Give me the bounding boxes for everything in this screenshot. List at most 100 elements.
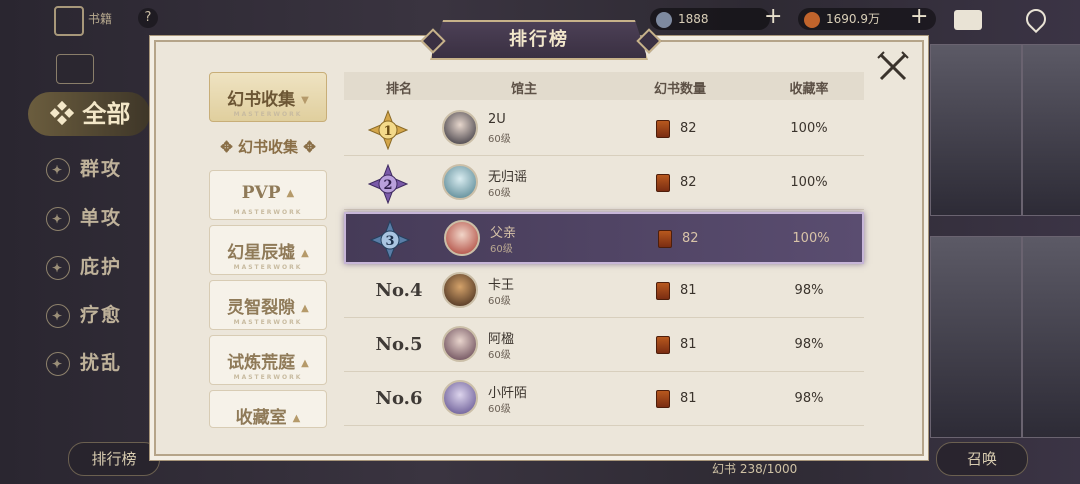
tab-collection[interactable]: 幻书收集 ▼ MASTERWORK — [209, 72, 327, 122]
book-count: 82 — [680, 175, 697, 190]
owner-name: 父亲 — [490, 226, 517, 241]
home-icon[interactable] — [54, 6, 84, 36]
tab-rift-sub: MASTERWORK — [233, 319, 303, 326]
rank-label: No.6 — [375, 388, 423, 409]
ranking-button[interactable]: 排行榜 — [68, 442, 160, 476]
book-icon — [656, 336, 670, 354]
currency-1-value: 1888 — [678, 12, 709, 26]
owner-name: 小阡陌 — [488, 386, 528, 401]
chevron-up-icon: ▲ — [301, 303, 309, 314]
owner-level: 60级 — [488, 296, 511, 307]
chevron-down-icon: ▼ — [301, 95, 309, 106]
owner-name: 2U — [488, 112, 506, 127]
collection-rate: 100% — [790, 175, 828, 190]
table-row[interactable]: No.4 卡王 60级 81 98% — [344, 266, 864, 318]
add-currency-1-button[interactable]: + — [764, 4, 782, 29]
avatar[interactable] — [442, 380, 478, 416]
chevron-up-icon: ▲ — [301, 248, 309, 259]
category-all-label: 全部 — [82, 99, 131, 128]
rank-label: No.4 — [375, 280, 423, 301]
owner-level: 60级 — [488, 188, 511, 199]
table-row[interactable]: 2 无归谣 60级 82 100% — [344, 158, 864, 210]
gold-coin-icon — [804, 11, 820, 28]
filter-icon[interactable] — [56, 54, 94, 84]
avatar[interactable] — [442, 272, 478, 308]
add-currency-2-button[interactable]: + — [910, 4, 928, 29]
tab-gallery-label: 收藏室 — [235, 408, 287, 428]
category-all-button[interactable]: ❖ 全部 — [28, 92, 150, 136]
chevron-up-icon: ▲ — [301, 358, 309, 369]
book-icon — [658, 230, 672, 248]
top-left-label: 书籍 — [88, 12, 113, 26]
category-single[interactable]: ✦ 单攻 — [46, 203, 122, 231]
currency-2-value: 1690.9万 — [826, 12, 880, 26]
character-card[interactable] — [930, 44, 1022, 216]
gold-medal-icon: 1 — [368, 110, 408, 150]
table-row[interactable]: 1 2U 60级 82 100% — [344, 104, 864, 156]
category-protect[interactable]: ✦ 庇护 — [46, 252, 122, 280]
owner-name: 卡王 — [488, 278, 515, 293]
chevron-up-icon: ▲ — [286, 188, 295, 199]
book-icon — [656, 174, 670, 192]
header-owner: 馆主 — [510, 82, 537, 97]
heal-icon: ✦ — [46, 304, 70, 328]
category-heal[interactable]: ✦ 疗愈 — [46, 300, 122, 328]
currency-1-pill: 1888 — [650, 8, 770, 30]
collection-rate: 100% — [792, 231, 830, 246]
rank-2: 2 — [383, 178, 392, 193]
avatar[interactable] — [442, 110, 478, 146]
tab-gallery[interactable]: 收藏室 ▲ — [209, 390, 327, 428]
book-count: 81 — [680, 391, 697, 406]
help-icon[interactable]: ? — [138, 8, 158, 28]
book-count: 81 — [680, 283, 697, 298]
category-heal-label: 疗愈 — [80, 304, 123, 326]
tab-trial-label: 试炼荒庭 — [227, 353, 296, 373]
tab-trial-sub: MASTERWORK — [233, 374, 303, 381]
collection-rate: 98% — [794, 337, 824, 352]
category-aoe[interactable]: ✦ 群攻 — [46, 154, 122, 182]
rank-label: No.5 — [375, 334, 423, 355]
summon-button[interactable]: 召唤 — [936, 442, 1028, 476]
category-protect-label: 庇护 — [80, 256, 123, 278]
aoe-icon: ✦ — [46, 158, 70, 182]
tab-trial[interactable]: 试炼荒庭 ▲ MASTERWORK — [209, 335, 327, 385]
character-card[interactable] — [930, 236, 1022, 438]
category-disrupt-label: 扰乱 — [80, 352, 123, 374]
tab-pvp-sub: MASTERWORK — [233, 209, 303, 216]
character-card[interactable] — [1022, 44, 1080, 216]
tab-rift-label: 灵智裂隙 — [227, 298, 296, 318]
header-rate: 收藏率 — [789, 82, 829, 97]
collection-rate: 98% — [794, 283, 824, 298]
book-count: 81 — [680, 337, 697, 352]
collection-rate: 98% — [794, 391, 824, 406]
owner-name: 无归谣 — [488, 170, 528, 185]
owner-level: 60级 — [488, 404, 511, 415]
character-card[interactable] — [1022, 236, 1080, 438]
summon-button-label: 召唤 — [966, 450, 997, 468]
avatar[interactable] — [442, 326, 478, 362]
book-icon — [656, 390, 670, 408]
gem-icon — [656, 11, 672, 28]
tab-star-ruins[interactable]: 幻星辰墟 ▲ MASTERWORK — [209, 225, 327, 275]
ranking-table: 排名 馆主 幻书数量 收藏率 1 2U 60级 82 100% 2 无归谣 60… — [344, 72, 864, 432]
group-label-text: 幻书收集 — [237, 138, 298, 156]
table-row-current-user[interactable]: 3 父亲 60级 82 100% — [344, 212, 864, 264]
tab-rift[interactable]: 灵智裂隙 ▲ MASTERWORK — [209, 280, 327, 330]
tab-star-ruins-sub: MASTERWORK — [233, 264, 303, 271]
rank-3: 3 — [385, 234, 394, 249]
crossed-swords-close-icon[interactable] — [876, 50, 910, 84]
owner-level: 60级 — [490, 244, 513, 255]
avatar[interactable] — [442, 164, 478, 200]
table-row[interactable]: No.5 阿楹 60级 81 98% — [344, 320, 864, 372]
modal-title: 排行榜 — [430, 20, 648, 60]
tab-pvp-label: PVP — [241, 183, 281, 203]
tab-pvp[interactable]: PVP ▲ MASTERWORK — [209, 170, 327, 220]
header-rank: 排名 — [385, 82, 412, 97]
category-disrupt[interactable]: ✦ 扰乱 — [46, 348, 122, 376]
owner-name: 阿楹 — [488, 332, 515, 347]
collection-progress: 幻书 238/1000 — [712, 462, 798, 476]
table-row[interactable]: No.6 小阡陌 60级 81 98% — [344, 374, 864, 426]
owner-level: 60级 — [488, 134, 511, 145]
avatar[interactable] — [444, 220, 480, 256]
chat-icon[interactable] — [954, 10, 982, 30]
